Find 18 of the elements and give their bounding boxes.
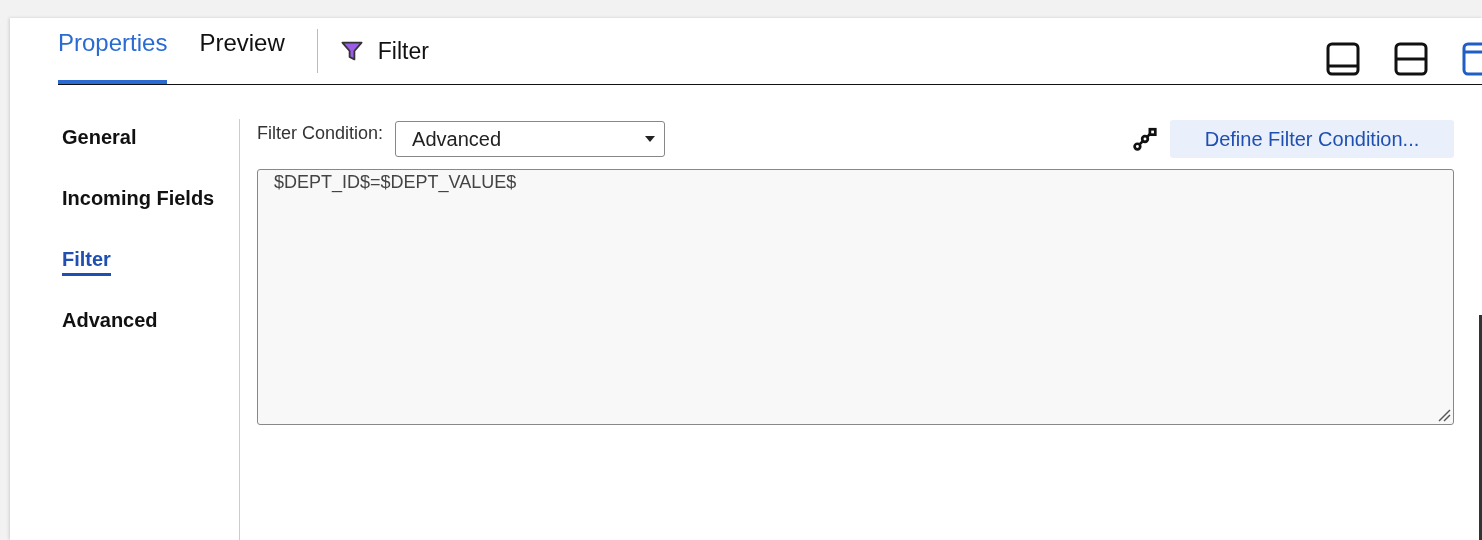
caret-icon (644, 135, 657, 143)
sidebar-item[interactable]: Filter (62, 247, 111, 276)
filter-condition-label: Filter Condition: (257, 123, 384, 144)
chain-icon[interactable] (1132, 126, 1158, 152)
define-filter-condition-button[interactable]: Define Filter Condition... (1170, 120, 1454, 158)
tab[interactable]: Preview (199, 18, 285, 84)
sidebar-item[interactable]: Advanced (62, 308, 158, 337)
scrollbar[interactable] (1479, 315, 1482, 540)
tab[interactable]: Properties (58, 18, 168, 84)
funnel-icon (339, 39, 364, 63)
filter-condition-dropdown[interactable]: Advanced (395, 121, 666, 157)
expression-field[interactable]: $DEPT_ID$=$DEPT_VALUE$ (257, 169, 1454, 425)
sidebar-item[interactable]: Incoming Fields (62, 186, 215, 215)
object-title: Filter (377, 37, 429, 65)
sidebar-item[interactable]: General (62, 125, 137, 154)
layout-button[interactable] (1394, 42, 1428, 76)
resize-handle-icon[interactable] (1437, 408, 1451, 422)
layout-button[interactable] (1326, 42, 1360, 76)
